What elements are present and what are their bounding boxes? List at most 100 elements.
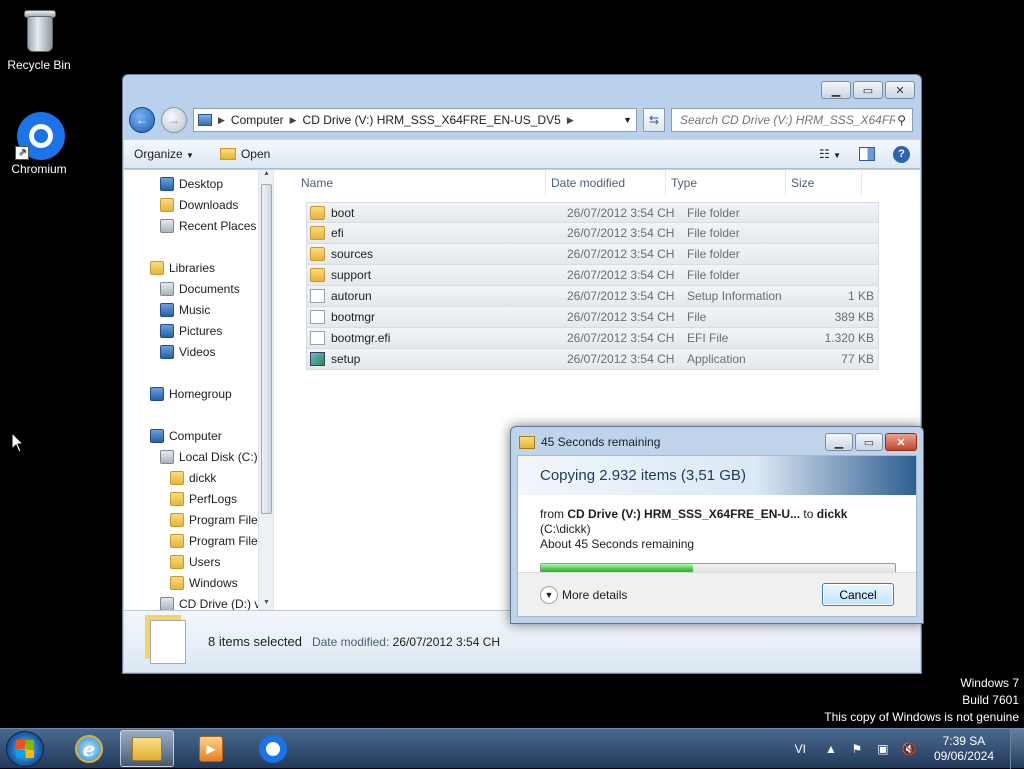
file-row[interactable]: setup 26/07/2012 3:54 CH Application 77 KB <box>306 349 879 370</box>
dialog-window-controls: ▁ ▭ ✕ <box>825 433 917 451</box>
nav-item-videos[interactable]: Videos <box>124 341 273 362</box>
search-box[interactable]: ⚲ <box>671 108 913 132</box>
scroll-up-icon[interactable]: ▲ <box>259 170 274 183</box>
back-button[interactable]: ← <box>129 107 155 133</box>
column-header-name[interactable]: Name <box>284 170 546 196</box>
nav-item-users[interactable]: Users <box>124 551 273 572</box>
media-player-icon: ▶ <box>199 735 223 762</box>
file-name-cell: bootmgr.efi <box>307 331 567 345</box>
open-button[interactable]: Open <box>219 147 270 161</box>
taskbar-windows-explorer[interactable] <box>120 730 174 767</box>
selected-files-icon <box>150 619 186 664</box>
recycle-bin-shortcut[interactable]: Recycle Bin <box>1 6 77 72</box>
column-header-date[interactable]: Date modified <box>546 170 666 196</box>
copy-heading: Copying 2.932 items (3,51 GB) <box>518 456 916 495</box>
clock[interactable]: 7:39 SA 09/06/2024 <box>934 734 994 764</box>
file-list: boot 26/07/2012 3:54 CH File folder efi 26/0… <box>306 202 879 370</box>
address-bar[interactable]: ▶ Computer ▶ CD Drive (V:) HRM_SSS_X64FR… <box>193 108 637 132</box>
search-input[interactable] <box>678 112 898 128</box>
start-button[interactable] <box>6 731 44 767</box>
file-name: bootmgr <box>331 310 376 324</box>
file-row[interactable]: support 26/07/2012 3:54 CH File folder <box>306 265 879 286</box>
nav-item-computer[interactable]: Computer <box>124 425 273 446</box>
file-date: 26/07/2012 3:54 CH <box>567 331 675 345</box>
language-indicator[interactable]: VI <box>795 742 806 756</box>
close-button[interactable]: ✕ <box>885 81 915 99</box>
file-name: bootmgr.efi <box>331 331 391 345</box>
nav-item-desktop[interactable]: Desktop <box>124 173 273 194</box>
maximize-button[interactable]: ▭ <box>853 81 883 99</box>
chromium-shortcut[interactable]: ↗ Chromium <box>1 110 77 176</box>
file-row[interactable]: boot 26/07/2012 3:54 CH File folder <box>306 202 879 223</box>
nav-item-windows[interactable]: Windows <box>124 572 273 593</box>
chevron-down-icon: ▼ <box>186 151 194 160</box>
file-name-cell: autorun <box>307 289 567 303</box>
folder-icon <box>170 512 184 527</box>
expand-chevron-icon[interactable]: ▼ <box>540 585 558 604</box>
nav-item-program-files[interactable]: Program Files <box>124 509 273 530</box>
show-desktop-button[interactable] <box>1010 729 1024 769</box>
dialog-footer: ▼ More details Cancel <box>518 572 916 616</box>
dialog-close-button[interactable]: ✕ <box>885 433 917 451</box>
taskbar-media-player[interactable]: ▶ <box>184 730 238 767</box>
copy-icon <box>519 435 535 449</box>
nav-item-program-files-x86[interactable]: Program Files ( <box>124 530 273 551</box>
nav-item-perflogs[interactable]: PerfLogs <box>124 488 273 509</box>
folder-icon <box>310 268 325 282</box>
dialog-maximize-button[interactable]: ▭ <box>855 433 883 451</box>
forward-button[interactable]: → <box>161 107 187 133</box>
nav-item-libraries[interactable]: Libraries <box>124 257 273 278</box>
action-center-flag-icon[interactable]: ⚑ <box>848 741 866 757</box>
source-link[interactable]: CD Drive (V:) HRM_SSS_X64FRE_EN-U... <box>567 507 800 521</box>
nav-item-dickk[interactable]: dickk <box>124 467 273 488</box>
cancel-button[interactable]: Cancel <box>822 583 894 606</box>
file-row[interactable]: bootmgr.efi 26/07/2012 3:54 CH EFI File 1.3… <box>306 328 879 349</box>
nav-item-homegroup[interactable]: Homegroup <box>124 383 273 404</box>
dialog-minimize-button[interactable]: ▁ <box>825 433 853 451</box>
file-icon <box>310 331 325 345</box>
file-row[interactable]: bootmgr 26/07/2012 3:54 CH File 389 KB <box>306 307 879 328</box>
breadcrumb-cd-drive[interactable]: CD Drive (V:) HRM_SSS_X64FRE_EN-US_DV5 <box>303 113 561 127</box>
destination-path: (C:\dickk) <box>540 522 591 536</box>
help-icon[interactable]: ? <box>893 145 910 163</box>
show-hidden-icons-icon[interactable]: ▲ <box>822 741 840 757</box>
more-details-toggle[interactable]: More details <box>562 588 627 602</box>
column-header-size[interactable]: Size <box>786 170 862 196</box>
file-row[interactable]: sources 26/07/2012 3:54 CH File folder <box>306 244 879 265</box>
nav-scrollbar[interactable]: ▲ ▼ <box>258 170 273 612</box>
nav-label: Pictures <box>179 323 223 338</box>
address-dropdown-icon[interactable]: ▼ <box>623 115 632 125</box>
scroll-thumb[interactable] <box>261 184 272 514</box>
breadcrumb-computer[interactable]: Computer <box>231 113 284 127</box>
preview-pane-icon[interactable] <box>859 147 875 161</box>
clock-time: 7:39 SA <box>942 734 986 748</box>
copy-progress-dialog: 45 Seconds remaining ▁ ▭ ✕ Copying 2.932… <box>510 426 924 624</box>
watermark-line: Build 7601 <box>962 693 1019 707</box>
taskbar-chromium[interactable] <box>246 730 300 767</box>
address-row: ← → ▶ Computer ▶ CD Drive (V:) HRM_SSS_X… <box>129 105 913 135</box>
view-options-icon[interactable]: ☷ ▼ <box>819 147 841 161</box>
minimize-button[interactable]: ▁ <box>821 81 851 99</box>
file-row[interactable]: efi 26/07/2012 3:54 CH File folder <box>306 223 879 244</box>
nav-item-local-disk[interactable]: Local Disk (C:) <box>124 446 273 467</box>
taskbar-internet-explorer[interactable]: e <box>62 730 116 767</box>
volume-muted-icon[interactable]: 🔇 <box>900 741 918 757</box>
nav-label: dickk <box>189 470 217 485</box>
chromium-icon <box>259 734 287 763</box>
refresh-button[interactable]: ⇆ <box>643 108 665 132</box>
file-date: 26/07/2012 3:54 CH <box>567 289 675 303</box>
organize-button[interactable]: Organize ▼ <box>134 147 194 161</box>
nav-item-downloads[interactable]: Downloads <box>124 194 273 215</box>
file-date: 26/07/2012 3:54 CH <box>567 205 675 220</box>
network-icon[interactable]: ▣ <box>874 741 892 757</box>
copy-info: from CD Drive (V:) HRM_SSS_X64FRE_EN-U..… <box>518 495 916 577</box>
nav-item-documents[interactable]: Documents <box>124 278 273 299</box>
nav-item-recent-places[interactable]: Recent Places <box>124 215 273 236</box>
file-row[interactable]: autorun 26/07/2012 3:54 CH Setup Informati… <box>306 286 879 307</box>
nav-item-music[interactable]: Music <box>124 299 273 320</box>
column-header-type[interactable]: Type <box>666 170 786 196</box>
destination-link[interactable]: dickk <box>817 507 848 521</box>
window-controls: ▁ ▭ ✕ <box>821 81 915 99</box>
to-label: to <box>803 507 814 521</box>
nav-item-pictures[interactable]: Pictures <box>124 320 273 341</box>
